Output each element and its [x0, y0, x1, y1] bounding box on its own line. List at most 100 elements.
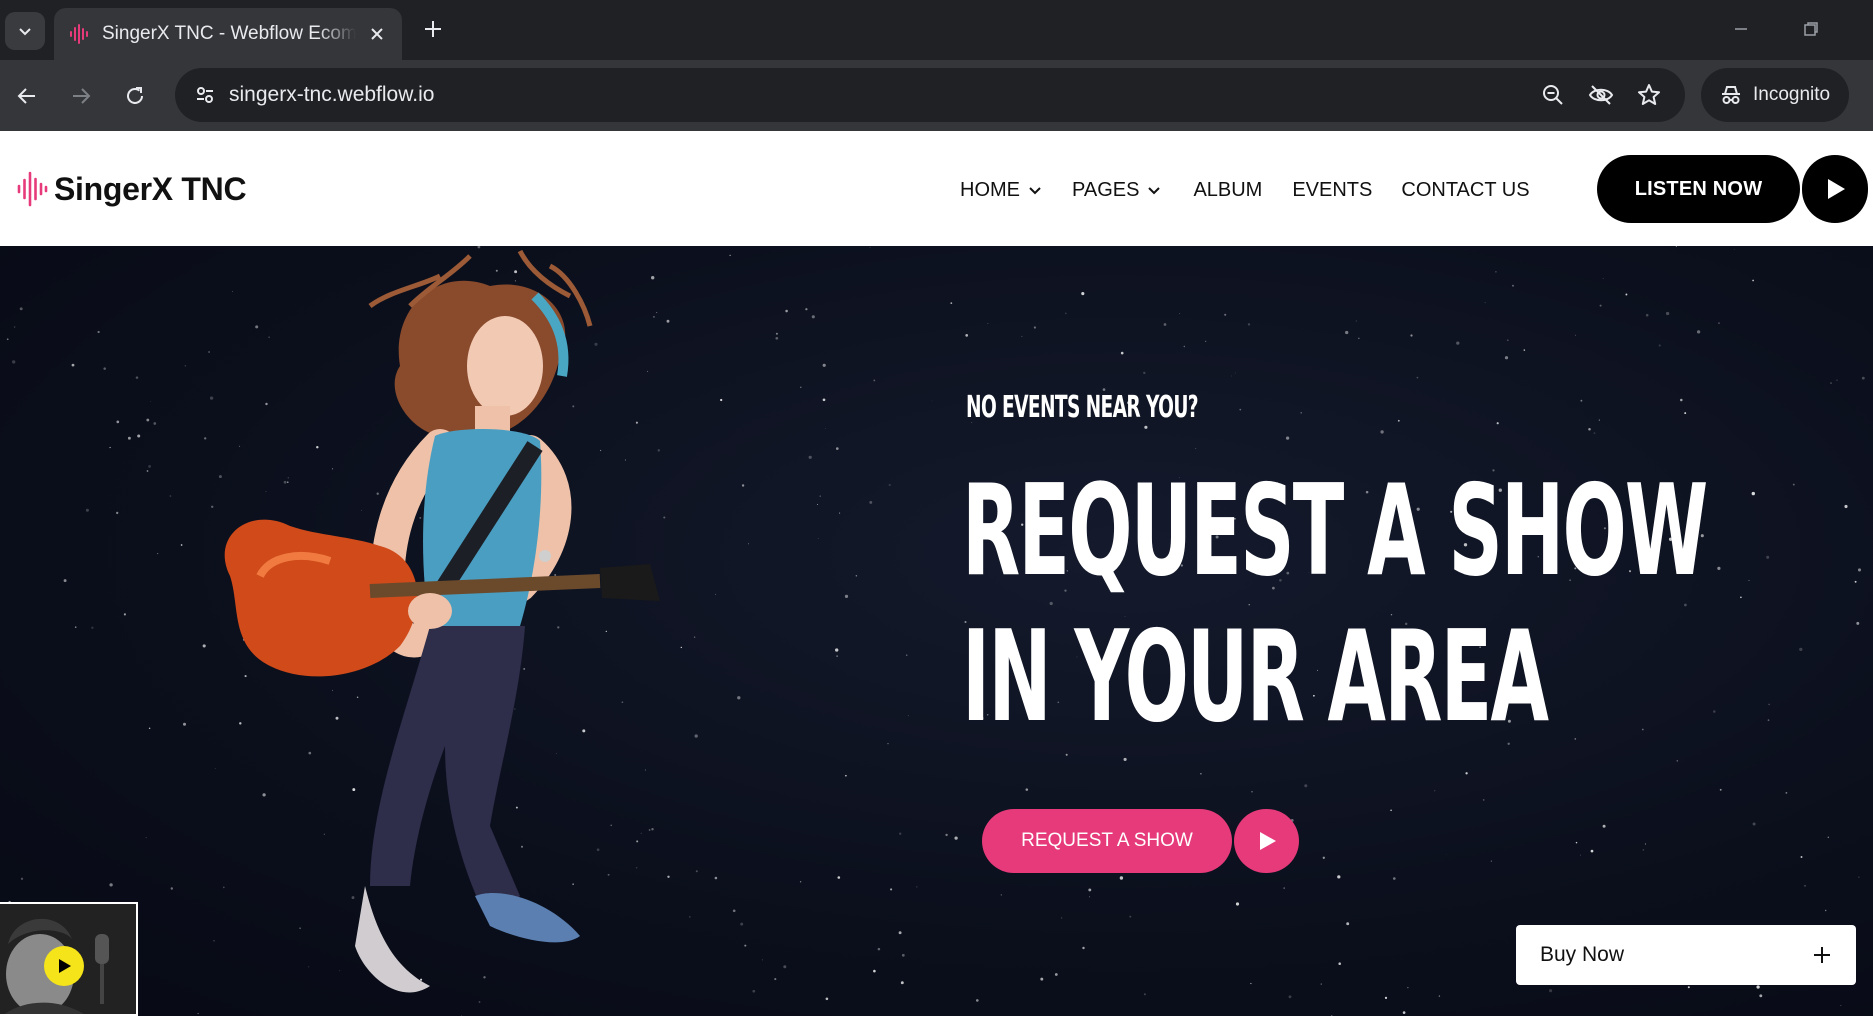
- star: [1358, 337, 1360, 339]
- star: [805, 308, 808, 311]
- incognito-icon: [1722, 86, 1740, 104]
- star: [1593, 432, 1596, 434]
- star: [1337, 875, 1341, 879]
- star: [1854, 580, 1857, 583]
- star: [1768, 703, 1770, 706]
- site-info-button[interactable]: [187, 77, 223, 113]
- star: [1856, 621, 1860, 625]
- star: [1523, 349, 1526, 351]
- arrow-left-icon: [17, 88, 35, 104]
- star: [180, 544, 183, 546]
- star: [1239, 408, 1242, 411]
- nav-home[interactable]: HOME: [960, 179, 1042, 202]
- buy-now-widget[interactable]: Buy Now: [1516, 925, 1856, 985]
- site-logo[interactable]: SingerX TNC: [16, 169, 247, 209]
- tab-close-button[interactable]: [364, 21, 390, 47]
- star: [945, 833, 948, 837]
- star-icon: [1638, 84, 1660, 105]
- star: [1759, 994, 1763, 998]
- listen-play-button[interactable]: [1802, 155, 1868, 223]
- star: [811, 315, 815, 319]
- star: [761, 959, 763, 961]
- star: [783, 965, 787, 969]
- star: [808, 455, 812, 459]
- star: [1766, 555, 1770, 559]
- tracking-protection-button[interactable]: [1585, 79, 1617, 111]
- request-play-button[interactable]: [1234, 809, 1299, 873]
- nav-pages[interactable]: PAGES: [1072, 179, 1161, 202]
- browser-tab[interactable]: SingerX TNC - Webflow Ecommerce: [54, 8, 402, 60]
- star: [1751, 491, 1756, 496]
- eye-off-icon: [1588, 85, 1614, 105]
- star: [1402, 1011, 1406, 1014]
- star: [1625, 293, 1628, 296]
- star: [1183, 345, 1186, 348]
- nav-events[interactable]: EVENTS: [1292, 179, 1372, 202]
- listen-now-button[interactable]: LISTEN NOW: [1597, 155, 1800, 223]
- incognito-indicator[interactable]: Incognito: [1701, 68, 1849, 122]
- star: [145, 837, 147, 839]
- play-icon: [1828, 179, 1845, 199]
- back-button[interactable]: [8, 77, 46, 115]
- star: [1322, 856, 1325, 859]
- star: [950, 302, 953, 304]
- tab-search-button[interactable]: [5, 12, 45, 50]
- nav-contact-us[interactable]: CONTACT US: [1401, 179, 1529, 202]
- star: [127, 436, 131, 440]
- star: [1179, 313, 1181, 315]
- star: [1717, 566, 1721, 570]
- star: [1397, 419, 1400, 422]
- reload-button[interactable]: [116, 77, 154, 115]
- star: [1120, 351, 1124, 355]
- nav-album[interactable]: ALBUM: [1193, 179, 1262, 202]
- star: [1495, 270, 1497, 273]
- star: [1785, 791, 1788, 794]
- forward-button[interactable]: [62, 77, 100, 115]
- star: [103, 367, 106, 370]
- star: [916, 886, 918, 888]
- star: [907, 715, 909, 717]
- star: [900, 981, 904, 985]
- star: [146, 418, 150, 422]
- buy-now-label: Buy Now: [1540, 943, 1625, 966]
- star: [1830, 382, 1832, 384]
- restore-button[interactable]: [1793, 14, 1829, 44]
- video-thumbnail[interactable]: [0, 902, 138, 1016]
- star: [1824, 909, 1827, 912]
- headline-line-2: IN YOUR AREA: [962, 603, 1549, 750]
- star: [1119, 876, 1124, 880]
- waveform-icon: [17, 171, 48, 207]
- request-show-button[interactable]: REQUEST A SHOW: [982, 809, 1232, 873]
- zoom-button[interactable]: [1537, 79, 1569, 111]
- star: [1740, 596, 1742, 599]
- star: [1580, 399, 1583, 402]
- star: [1800, 856, 1803, 858]
- star: [1827, 836, 1830, 839]
- video-play-button[interactable]: [44, 946, 84, 986]
- address-bar[interactable]: singerx-tnc.webflow.io: [175, 68, 1685, 122]
- star: [835, 447, 839, 450]
- star: [1642, 849, 1645, 851]
- minimize-button[interactable]: [1723, 14, 1759, 44]
- star: [1123, 757, 1127, 761]
- star: [1696, 330, 1701, 334]
- star: [898, 931, 902, 935]
- star: [775, 336, 779, 340]
- bookmark-button[interactable]: [1633, 79, 1665, 111]
- star: [869, 247, 871, 248]
- star: [1713, 710, 1716, 713]
- new-tab-button[interactable]: [418, 14, 448, 44]
- nav-events-label: EVENTS: [1292, 178, 1373, 201]
- star: [1320, 983, 1322, 985]
- star: [774, 978, 777, 981]
- star: [1194, 447, 1197, 450]
- star: [931, 400, 933, 402]
- star: [1088, 888, 1092, 892]
- star: [157, 553, 159, 555]
- star: [1752, 822, 1756, 826]
- star: [1345, 330, 1349, 335]
- star: [183, 722, 186, 726]
- star: [873, 969, 876, 973]
- star: [1861, 376, 1865, 380]
- star: [109, 446, 111, 449]
